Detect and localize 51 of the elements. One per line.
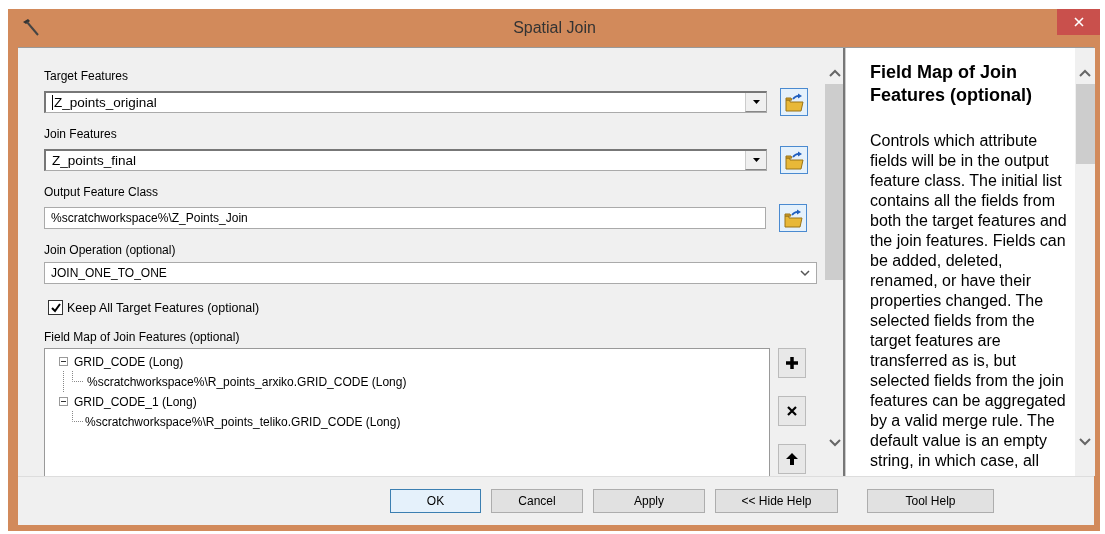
dialog-button[interactable]: Cancel bbox=[491, 489, 583, 513]
collapse-icon[interactable] bbox=[59, 357, 68, 366]
checkbox[interactable] bbox=[48, 300, 63, 315]
browse-button[interactable] bbox=[779, 204, 807, 232]
browse-button[interactable] bbox=[780, 88, 808, 116]
dialog-button[interactable]: Tool Help bbox=[867, 489, 994, 513]
scroll-up-icon[interactable] bbox=[827, 68, 842, 78]
checkbox-label: Keep All Target Features (optional) bbox=[67, 300, 260, 315]
dialog-button[interactable]: OK bbox=[390, 489, 481, 513]
field-label: Target Features bbox=[44, 68, 130, 84]
window-title: Spatial Join bbox=[512, 19, 596, 37]
input-field[interactable]: %scratchworkspace%\Z_Points_Join bbox=[44, 207, 766, 229]
field-label: Join Operation (optional) bbox=[44, 242, 177, 258]
scroll-down-icon[interactable] bbox=[827, 438, 842, 448]
tree-item[interactable]: %scratchworkspace%\R_points_teliko.GRID_CODE (Long) bbox=[85, 414, 401, 429]
tree-connector-line bbox=[72, 411, 83, 422]
scrollbar-thumb[interactable] bbox=[1075, 84, 1095, 164]
scrollbar[interactable] bbox=[1075, 48, 1095, 476]
tree-item[interactable]: %scratchworkspace%\R_points_arxiko.GRID_CODE (Long) bbox=[87, 374, 407, 389]
scroll-down-icon[interactable] bbox=[1078, 437, 1092, 447]
arrow-up-icon bbox=[785, 452, 799, 466]
help-text: Controls which attribute fields will be in the output feature class. The initial list contains all the fields from both the target features and the join features. Fields can be added, deleted, renamed, or have their properties changed. The selected fields from the target features are transferred as is, but selected fields from the join features can be aggregated by a valid merge rule. The default value is an empty string, in which case, all bbox=[870, 131, 1068, 471]
dialog-button[interactable]: << Hide Help bbox=[715, 489, 838, 513]
caret-down-icon bbox=[751, 99, 761, 105]
close-icon bbox=[1073, 17, 1084, 27]
help-title: Field Map of Join Features (optional) bbox=[870, 61, 1033, 107]
close-icon bbox=[785, 404, 799, 418]
folder-icon bbox=[784, 150, 804, 170]
input-field[interactable]: Z_points_original bbox=[44, 91, 767, 113]
caret-down-icon bbox=[751, 157, 761, 163]
input-field[interactable]: Z_points_final bbox=[44, 149, 767, 171]
close-button[interactable] bbox=[778, 396, 806, 426]
scroll-up-icon[interactable] bbox=[1078, 68, 1092, 78]
input-field[interactable]: JOIN_ONE_TO_ONE bbox=[44, 262, 817, 284]
folder-icon bbox=[783, 208, 803, 228]
tree-item[interactable]: GRID_CODE_1 (Long) bbox=[74, 394, 197, 409]
chevron-down-icon bbox=[800, 269, 810, 277]
browse-button[interactable] bbox=[780, 146, 808, 174]
tree-item[interactable]: GRID_CODE (Long) bbox=[74, 354, 184, 369]
folder-icon bbox=[784, 92, 804, 112]
field-map-tree[interactable]: GRID_CODE (Long) %scratchworkspace%\R_points_arxiko.GRID_CODE (Long) GRID_CODE_1 (Long) %scratchworkspace%\R_points_teliko.GRID_CODE (Long) bbox=[44, 348, 770, 476]
dropdown-button[interactable] bbox=[745, 151, 766, 170]
arrow-up-button[interactable] bbox=[778, 444, 806, 474]
dropdown-button[interactable] bbox=[745, 93, 766, 112]
dialog-button[interactable]: Apply bbox=[593, 489, 705, 513]
field-label: Join Features bbox=[44, 126, 118, 142]
add-icon bbox=[785, 356, 799, 370]
field-label: Field Map of Join Features (optional) bbox=[44, 329, 241, 345]
add-button[interactable] bbox=[778, 348, 806, 378]
field-label: Output Feature Class bbox=[44, 184, 160, 200]
collapse-icon[interactable] bbox=[59, 397, 68, 406]
